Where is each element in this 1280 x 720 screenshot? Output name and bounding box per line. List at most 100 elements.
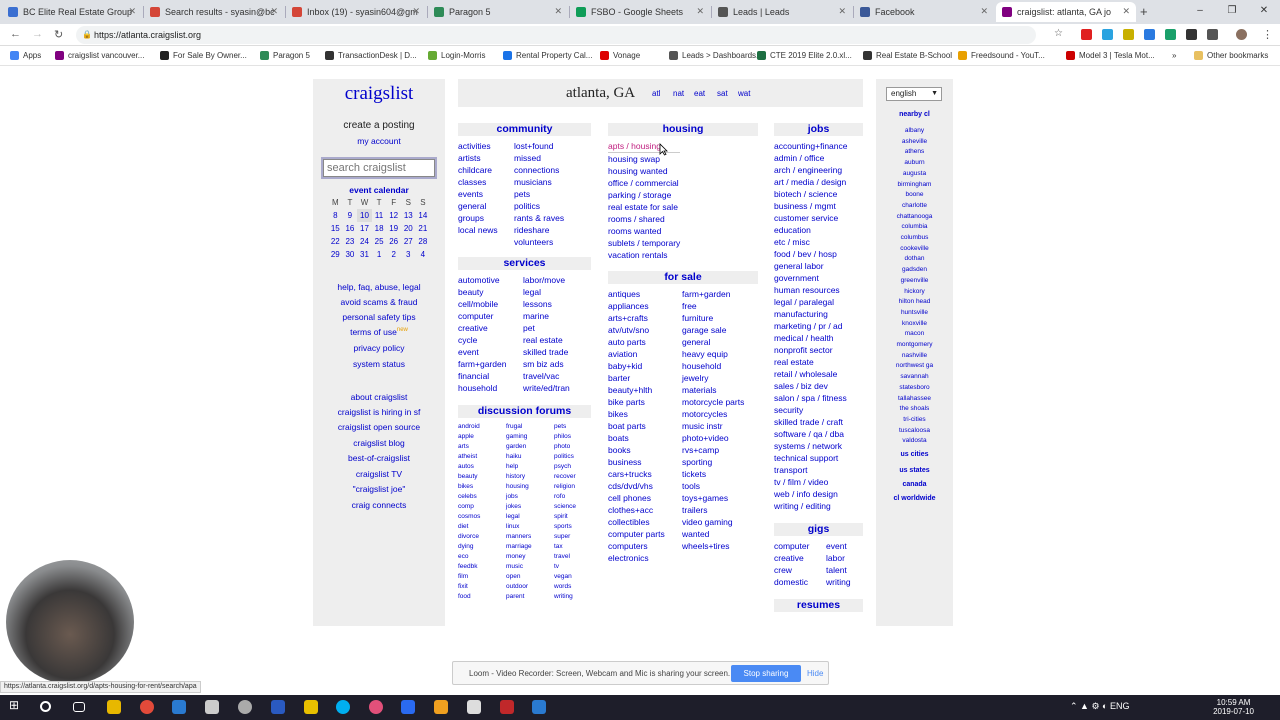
housing-link[interactable]: housing wanted	[608, 165, 680, 177]
worldwide-link[interactable]: cl worldwide	[876, 495, 953, 502]
about-link[interactable]: craigslist blog	[313, 438, 445, 448]
bookmark-item[interactable]: Rental Property Cal...	[503, 51, 592, 60]
forum-link[interactable]: vegan	[554, 572, 576, 582]
nearby-city-link[interactable]: nashville	[876, 352, 953, 359]
jobs-link[interactable]: customer service	[774, 212, 848, 224]
calendar-date[interactable]: 22	[328, 235, 343, 248]
gigs-link[interactable]: talent	[826, 564, 851, 576]
bookmark-item[interactable]: Login-Morris	[428, 51, 485, 60]
nearby-city-link[interactable]: knoxville	[876, 320, 953, 327]
about-link[interactable]: craigslist open source	[313, 422, 445, 432]
nearby-city-link[interactable]: auburn	[876, 159, 953, 166]
services-link[interactable]: creative	[458, 322, 506, 334]
about-link[interactable]: about craigslist	[313, 392, 445, 402]
browser-tab[interactable]: FSBO - Google Sheets ✕	[570, 2, 710, 22]
for-sale-link[interactable]: cars+trucks	[608, 468, 665, 480]
jobs-link[interactable]: food / bev / hosp	[774, 248, 848, 260]
help-link[interactable]: terms of usenew	[313, 327, 445, 337]
gigs-header[interactable]: gigs	[774, 523, 863, 536]
for-sale-link[interactable]: wheels+tires	[682, 540, 744, 552]
forum-link[interactable]: diet	[458, 522, 480, 532]
jobs-link[interactable]: systems / network	[774, 440, 848, 452]
app-icon[interactable]	[172, 700, 186, 714]
about-link[interactable]: craigslist TV	[313, 469, 445, 479]
nearby-city-link[interactable]: cookeville	[876, 245, 953, 252]
nearby-city-link[interactable]: tuscaloosa	[876, 427, 953, 434]
gigs-link[interactable]: writing	[826, 576, 851, 588]
for-sale-link[interactable]: farm+garden	[682, 288, 744, 300]
services-link[interactable]: cell/mobile	[458, 298, 506, 310]
jobs-link[interactable]: business / mgmt	[774, 200, 848, 212]
resumes-header[interactable]: resumes	[774, 599, 863, 612]
forum-link[interactable]: housing	[506, 482, 532, 492]
extension-icon[interactable]	[1186, 29, 1197, 40]
jobs-link[interactable]: art / media / design	[774, 176, 848, 188]
jobs-link[interactable]: human resources	[774, 284, 848, 296]
services-link[interactable]: beauty	[458, 286, 506, 298]
forum-link[interactable]: garden	[506, 442, 532, 452]
forum-link[interactable]: atheist	[458, 452, 480, 462]
community-link[interactable]: lost+found	[514, 140, 564, 152]
nearby-city-link[interactable]: hickory	[876, 288, 953, 295]
gigs-link[interactable]: labor	[826, 552, 851, 564]
jobs-link[interactable]: sales / biz dev	[774, 380, 848, 392]
services-link[interactable]: skilled trade	[523, 346, 570, 358]
services-link[interactable]: travel/vac	[523, 370, 570, 382]
forum-link[interactable]: haiku	[506, 452, 532, 462]
calendar-date[interactable]: 29	[328, 248, 343, 261]
for-sale-link[interactable]: motorcycle parts	[682, 396, 744, 408]
forum-link[interactable]: help	[506, 462, 532, 472]
maximize-icon[interactable]: ❐	[1216, 0, 1248, 24]
for-sale-link[interactable]: bikes	[608, 408, 665, 420]
for-sale-link[interactable]: general	[682, 336, 744, 348]
services-link[interactable]: marine	[523, 310, 570, 322]
for-sale-link[interactable]: toys+games	[682, 492, 744, 504]
housing-link[interactable]: rooms / shared	[608, 213, 680, 225]
jobs-link[interactable]: technical support	[774, 452, 848, 464]
calendar-date[interactable]: 28	[416, 235, 431, 248]
forum-link[interactable]: history	[506, 472, 532, 482]
new-tab-button[interactable]: +	[1140, 4, 1148, 19]
forum-link[interactable]: open	[506, 572, 532, 582]
nearby-city-link[interactable]: asheville	[876, 138, 953, 145]
tray-icons[interactable]: ⌃ ▲ ⚙ ◐	[1070, 701, 1110, 711]
tab-close-icon[interactable]: ✕	[696, 6, 704, 17]
for-sale-link[interactable]: computer parts	[608, 528, 665, 540]
services-link[interactable]: write/ed/tran	[523, 382, 570, 394]
calendar-date[interactable]: 9	[343, 209, 358, 222]
forum-link[interactable]: cosmos	[458, 512, 480, 522]
for-sale-link[interactable]: computers	[608, 540, 665, 552]
forum-link[interactable]: politics	[554, 452, 576, 462]
for-sale-link[interactable]: rvs+camp	[682, 444, 744, 456]
for-sale-link[interactable]: appliances	[608, 300, 665, 312]
for-sale-link[interactable]: collectibles	[608, 516, 665, 528]
forum-link[interactable]: beauty	[458, 472, 480, 482]
menu-icon[interactable]: ⋮	[1262, 28, 1273, 41]
housing-link[interactable]: apts / housing	[608, 140, 681, 153]
stop-sharing-button[interactable]: Stop sharing	[731, 665, 801, 682]
forum-link[interactable]: money	[506, 552, 532, 562]
community-link[interactable]: musicians	[514, 176, 564, 188]
forum-link[interactable]: pets	[554, 422, 576, 432]
forum-link[interactable]: legal	[506, 512, 532, 522]
forum-link[interactable]: android	[458, 422, 480, 432]
forum-link[interactable]: tax	[554, 542, 576, 552]
jobs-link[interactable]: accounting+finance	[774, 140, 848, 152]
nearby-city-link[interactable]: birmingham	[876, 181, 953, 188]
tab-close-icon[interactable]: ✕	[128, 6, 136, 17]
forum-link[interactable]: gaming	[506, 432, 532, 442]
forum-link[interactable]: dying	[458, 542, 480, 552]
forum-link[interactable]: fixit	[458, 582, 480, 592]
services-link[interactable]: cycle	[458, 334, 506, 346]
for-sale-link[interactable]: boat parts	[608, 420, 665, 432]
help-link[interactable]: help, faq, abuse, legal	[313, 282, 445, 292]
nearby-city-link[interactable]: macon	[876, 330, 953, 337]
nearby-city-link[interactable]: greenville	[876, 277, 953, 284]
nearby-city-link[interactable]: tri-cities	[876, 416, 953, 423]
for-sale-link[interactable]: tickets	[682, 468, 744, 480]
nearby-city-link[interactable]: athens	[876, 148, 953, 155]
for-sale-link[interactable]: baby+kid	[608, 360, 665, 372]
bookmark-item[interactable]: Vonage	[600, 51, 640, 60]
browser-tab[interactable]: craigslist: atlanta, GA jo ✕	[996, 2, 1136, 22]
help-link[interactable]: privacy policy	[313, 343, 445, 353]
